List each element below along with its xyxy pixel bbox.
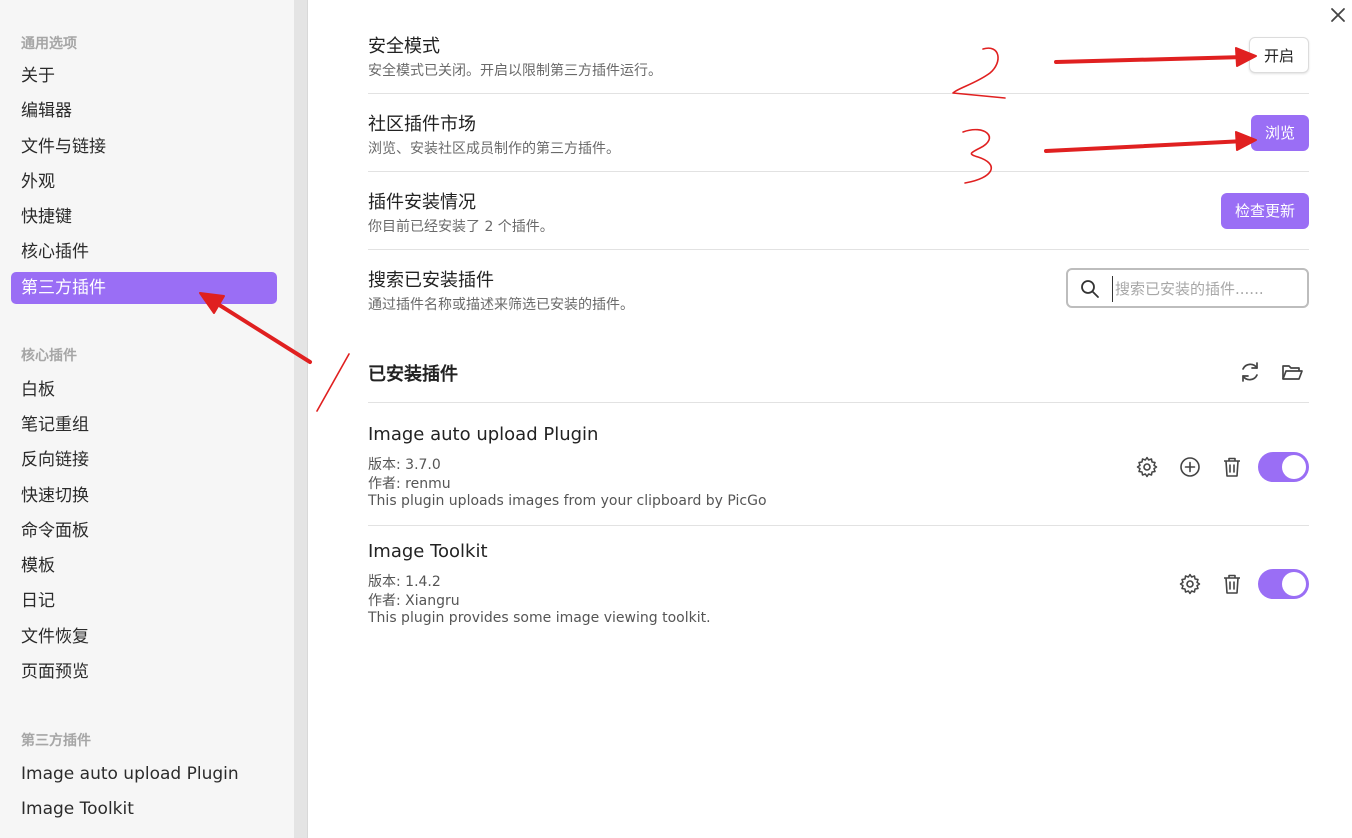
sidebar-item-files-links[interactable]: 文件与链接 (11, 131, 277, 163)
plugin-description: This plugin uploads images from your cli… (368, 493, 767, 509)
sidebar-heading-community-plugins: 第三方插件 (21, 733, 91, 749)
sidebar-item-editor[interactable]: 编辑器 (11, 95, 277, 127)
section-title: 已安装插件 (368, 364, 458, 385)
trash-icon[interactable] (1220, 572, 1244, 596)
setting-installed-status: 插件安装情况 你目前已经安装了 2 个插件。 检查更新 (368, 188, 1309, 250)
setting-title: 搜索已安装插件 (368, 270, 494, 291)
setting-title: 社区插件市场 (368, 114, 476, 135)
sidebar-heading-general: 通用选项 (21, 36, 77, 52)
search-box[interactable] (1066, 268, 1309, 308)
setting-desc: 安全模式已关闭。开启以限制第三方插件运行。 (368, 63, 662, 79)
setting-safe-mode: 安全模式 安全模式已关闭。开启以限制第三方插件运行。 开启 (368, 32, 1309, 94)
setting-search-installed: 搜索已安装插件 通过插件名称或描述来筛选已安装的插件。 (368, 266, 1309, 336)
folder-open-icon[interactable] (1280, 360, 1304, 384)
plugin-author: 作者: renmu (368, 476, 451, 492)
reload-icon[interactable] (1238, 360, 1262, 384)
sidebar-item-backlinks[interactable]: 反向链接 (11, 444, 277, 476)
browse-button[interactable]: 浏览 (1250, 115, 1309, 151)
plugin-description: This plugin provides some image viewing … (368, 610, 711, 626)
trash-icon[interactable] (1220, 455, 1244, 479)
sidebar-item-image-auto-upload[interactable]: Image auto upload Plugin (11, 758, 277, 790)
setting-community-market: 社区插件市场 浏览、安装社区成员制作的第三方插件。 浏览 (368, 110, 1309, 172)
setting-desc: 浏览、安装社区成员制作的第三方插件。 (368, 141, 620, 157)
close-icon[interactable] (1327, 4, 1349, 26)
plugin-version: 版本: 1.4.2 (368, 574, 441, 590)
sidebar-item-appearance[interactable]: 外观 (11, 166, 277, 198)
plus-circle-icon[interactable] (1178, 455, 1202, 479)
plugin-name: Image Toolkit (368, 541, 488, 562)
sidebar-item-about[interactable]: 关于 (11, 60, 277, 92)
sidebar-heading-core-plugins: 核心插件 (21, 348, 77, 364)
sidebar-resize-handle[interactable] (294, 0, 308, 838)
plugin-name: Image auto upload Plugin (368, 424, 599, 445)
plugin-enabled-toggle[interactable] (1258, 452, 1309, 482)
sidebar-item-page-preview[interactable]: 页面预览 (11, 656, 277, 688)
sidebar-item-note-composer[interactable]: 笔记重组 (11, 409, 277, 441)
sidebar-item-file-recovery[interactable]: 文件恢复 (11, 621, 277, 653)
check-updates-button[interactable]: 检查更新 (1220, 193, 1309, 229)
plugin-version: 版本: 3.7.0 (368, 457, 441, 473)
sidebar-item-core-plugins[interactable]: 核心插件 (11, 236, 277, 268)
toggle-knob (1282, 455, 1306, 479)
plugin-item-image-auto-upload: Image auto upload Plugin 版本: 3.7.0 作者: r… (368, 424, 1309, 526)
sidebar-item-daily-notes[interactable]: 日记 (11, 585, 277, 617)
sidebar-item-quick-switcher[interactable]: 快速切换 (11, 480, 277, 512)
sidebar-item-community-plugins[interactable]: 第三方插件 (11, 272, 277, 304)
search-input[interactable] (1112, 276, 1302, 302)
sidebar-item-canvas[interactable]: 白板 (11, 374, 277, 406)
safe-mode-enable-button[interactable]: 开启 (1248, 37, 1309, 73)
gear-icon[interactable] (1178, 572, 1202, 596)
plugin-author: 作者: Xiangru (368, 593, 460, 609)
sidebar-item-hotkeys[interactable]: 快捷键 (11, 201, 277, 233)
annotation-number-1 (316, 353, 350, 412)
installed-plugins-header: 已安装插件 (368, 350, 1309, 403)
gear-icon[interactable] (1135, 455, 1159, 479)
sidebar-item-templates[interactable]: 模板 (11, 550, 277, 582)
sidebar-item-image-toolkit[interactable]: Image Toolkit (11, 793, 277, 825)
sidebar-item-command-palette[interactable]: 命令面板 (11, 515, 277, 547)
setting-title: 插件安装情况 (368, 192, 476, 213)
plugin-item-image-toolkit: Image Toolkit 版本: 1.4.2 作者: Xiangru This… (368, 541, 1309, 641)
search-icon (1081, 280, 1099, 298)
setting-title: 安全模式 (368, 36, 440, 57)
settings-sidebar: 通用选项 关于 编辑器 文件与链接 外观 快捷键 核心插件 第三方插件 核心插件… (0, 0, 294, 838)
setting-desc: 通过插件名称或描述来筛选已安装的插件。 (368, 297, 634, 313)
setting-desc: 你目前已经安装了 2 个插件。 (368, 219, 554, 235)
toggle-knob (1282, 572, 1306, 596)
plugin-enabled-toggle[interactable] (1258, 569, 1309, 599)
